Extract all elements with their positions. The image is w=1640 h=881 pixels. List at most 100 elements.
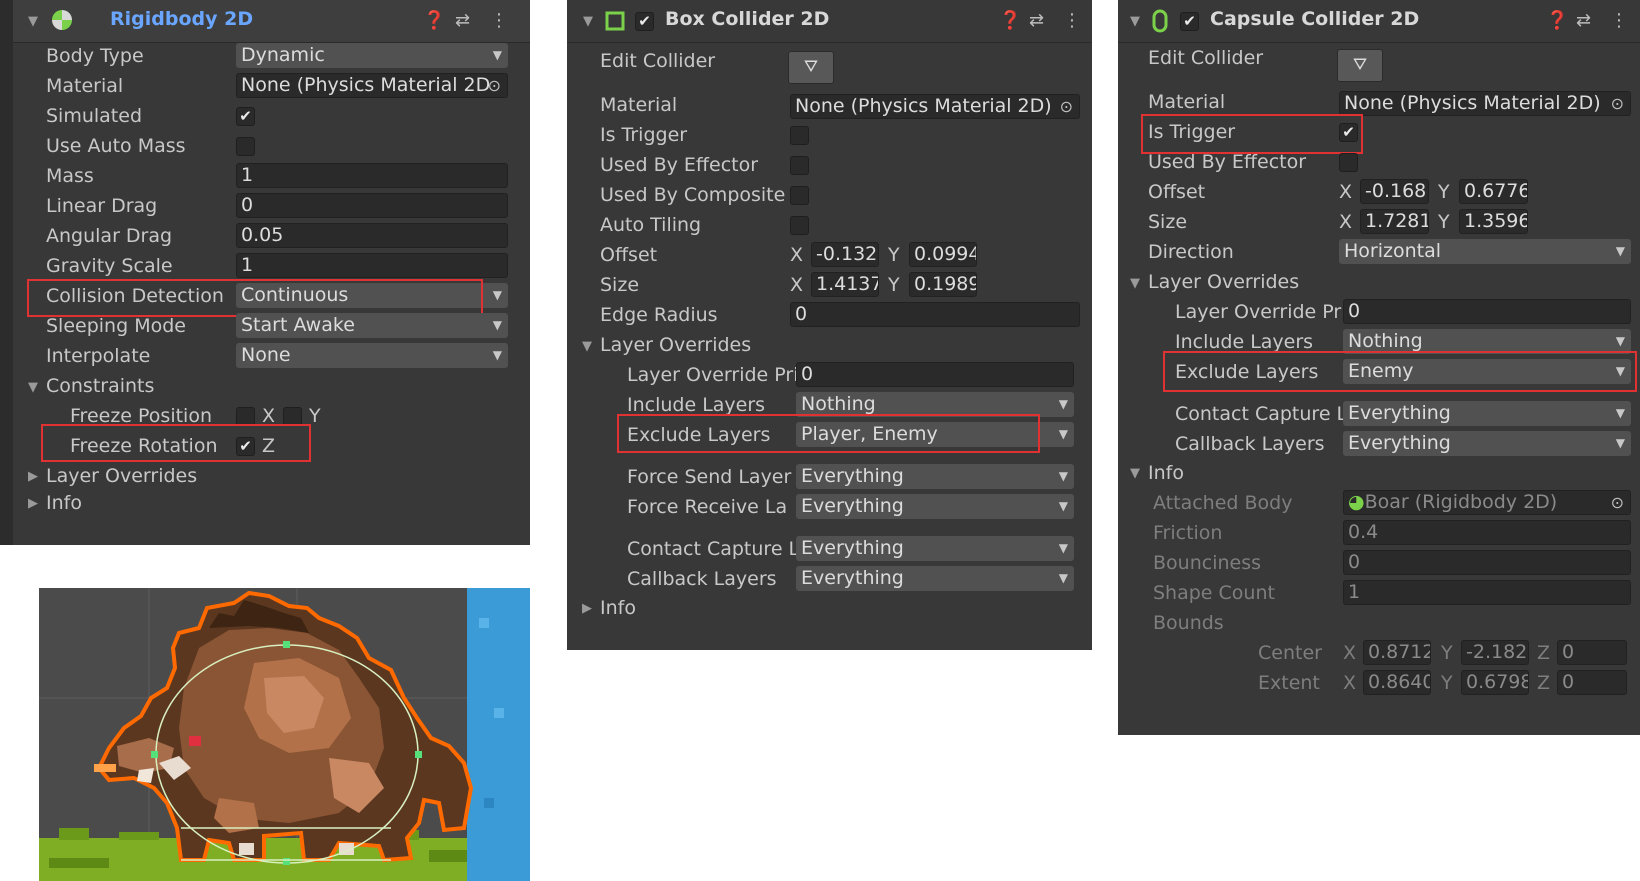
offset-x-field[interactable]: -0.132 <box>811 242 879 267</box>
axis-x-label: X <box>1343 672 1357 694</box>
gravity-scale-field[interactable]: 1 <box>236 253 508 278</box>
help-icon[interactable]: ❓ <box>999 10 1021 31</box>
used-by-effector-label: Used By Effector <box>1148 151 1307 173</box>
used-by-effector-checkbox[interactable] <box>790 156 809 175</box>
offset-y-field[interactable]: 0.0994 <box>909 242 977 267</box>
material-field[interactable]: None (Physics Material 2D ⊙ <box>236 73 508 98</box>
simulated-checkbox[interactable]: ✔ <box>236 107 255 126</box>
offset-label: Offset <box>600 244 658 266</box>
gravity-scale-label: Gravity Scale <box>46 255 173 277</box>
chevron-down-icon: ▼ <box>492 288 502 302</box>
axis-y-label: Y <box>888 274 900 296</box>
force-send-layers-label: Force Send Layer <box>627 466 792 488</box>
body-type-dropdown[interactable]: Dynamic ▼ <box>236 43 508 68</box>
size-y-field[interactable]: 0.1989 <box>909 272 977 297</box>
material-field[interactable]: None (Physics Material 2D) ⊙ <box>790 94 1080 119</box>
is-trigger-checkbox[interactable] <box>790 126 809 145</box>
info-foldout[interactable]: Info <box>600 597 636 619</box>
mass-field[interactable]: 1 <box>236 163 508 188</box>
direction-dropdown[interactable]: Horizontal ▼ <box>1339 239 1631 264</box>
presets-icon[interactable]: ⇄ <box>455 10 470 31</box>
use-auto-mass-checkbox[interactable] <box>236 137 255 156</box>
help-icon[interactable]: ❓ <box>1546 10 1568 31</box>
layer-overrides-foldout[interactable]: Layer Overrides <box>1148 271 1299 293</box>
component-enabled-checkbox[interactable]: ✔ <box>1180 12 1199 31</box>
expand-arrow-icon[interactable]: ▼ <box>1130 466 1140 481</box>
kebab-menu-icon[interactable]: ⋮ <box>1063 10 1081 31</box>
kebab-menu-icon[interactable]: ⋮ <box>1610 10 1628 31</box>
size-label: Size <box>1148 211 1188 233</box>
object-picker-icon[interactable]: ⊙ <box>1611 92 1624 115</box>
boar-sprite-scene <box>39 588 530 881</box>
force-receive-layers-dropdown[interactable]: Everything ▼ <box>796 494 1074 519</box>
sleeping-mode-dropdown[interactable]: Start Awake ▼ <box>236 313 508 338</box>
collapse-arrow-icon[interactable]: ▼ <box>583 14 593 29</box>
axis-y-label: Y <box>1438 211 1450 233</box>
collapse-arrow-icon[interactable]: ▼ <box>1130 14 1140 29</box>
component-header[interactable]: ▼ ✔ Capsule Collider 2D ❓ ⇄ ⋮ <box>1118 0 1640 43</box>
expand-arrow-icon[interactable]: ▶ <box>28 496 38 511</box>
center-x-field: 0.8712 <box>1363 640 1431 665</box>
contact-capture-layers-dropdown[interactable]: Everything ▼ <box>1343 401 1631 426</box>
layer-overrides-foldout[interactable]: Layer Overrides <box>46 465 197 487</box>
chevron-down-icon: ▼ <box>492 318 502 332</box>
expand-arrow-icon[interactable]: ▼ <box>28 380 38 395</box>
expand-arrow-icon[interactable]: ▼ <box>1130 276 1140 291</box>
used-by-composite-checkbox[interactable] <box>790 186 809 205</box>
offset-x-field[interactable]: -0.168 <box>1360 179 1429 204</box>
size-x-field[interactable]: 1.4137 <box>811 272 879 297</box>
component-title: Box Collider 2D <box>665 8 830 30</box>
collapse-arrow-icon[interactable]: ▼ <box>28 14 38 29</box>
used-by-effector-checkbox[interactable] <box>1339 153 1358 172</box>
linear-drag-field[interactable]: 0 <box>236 193 508 218</box>
object-picker-icon[interactable]: ⊙ <box>488 74 501 97</box>
size-x-field[interactable]: 1.7281 <box>1360 209 1429 234</box>
auto-tiling-checkbox[interactable] <box>790 216 809 235</box>
scene-view[interactable] <box>39 588 530 881</box>
presets-icon[interactable]: ⇄ <box>1576 10 1591 31</box>
material-label: Material <box>600 94 678 116</box>
size-y-field[interactable]: 1.3596 <box>1459 209 1528 234</box>
axis-y-label: Y <box>1441 672 1453 694</box>
layer-overrides-foldout[interactable]: Layer Overrides <box>600 334 751 356</box>
force-send-layers-dropdown[interactable]: Everything ▼ <box>796 464 1074 489</box>
edge-radius-field[interactable]: 0 <box>790 302 1080 327</box>
interpolate-dropdown[interactable]: None ▼ <box>236 343 508 368</box>
info-foldout[interactable]: Info <box>1148 462 1184 484</box>
edge-radius-label: Edge Radius <box>600 304 718 326</box>
offset-y-field[interactable]: 0.6776 <box>1459 179 1528 204</box>
angular-drag-field[interactable]: 0.05 <box>236 223 508 248</box>
contact-capture-layers-label: Contact Capture L <box>1175 403 1348 425</box>
shape-count-field: 1 <box>1343 580 1631 605</box>
chevron-down-icon: ▼ <box>1058 571 1068 585</box>
extent-label: Extent <box>1258 672 1320 694</box>
component-header[interactable]: ▼ Rigidbody 2D ❓ ⇄ ⋮ <box>0 0 530 43</box>
layer-override-priority-label: Layer Override Pri <box>627 364 799 386</box>
presets-icon[interactable]: ⇄ <box>1029 10 1044 31</box>
chevron-down-icon: ▼ <box>1058 469 1068 483</box>
edit-collider-button[interactable]: ⛛ <box>1337 49 1383 82</box>
expand-arrow-icon[interactable]: ▼ <box>582 339 592 354</box>
callback-layers-label: Callback Layers <box>1175 433 1325 455</box>
material-label: Material <box>46 75 124 97</box>
layer-override-priority-field[interactable]: 0 <box>796 362 1074 387</box>
contact-capture-layers-dropdown[interactable]: Everything ▼ <box>796 536 1074 561</box>
info-foldout[interactable]: Info <box>46 492 82 514</box>
callback-layers-dropdown[interactable]: Everything ▼ <box>796 566 1074 591</box>
callback-layers-dropdown[interactable]: Everything ▼ <box>1343 431 1631 456</box>
expand-arrow-icon[interactable]: ▶ <box>28 469 38 484</box>
used-by-composite-label: Used By Composite <box>600 184 786 206</box>
component-header[interactable]: ▼ ✔ Box Collider 2D ❓ ⇄ ⋮ <box>567 0 1092 43</box>
expand-arrow-icon[interactable]: ▶ <box>582 601 592 616</box>
constraints-foldout[interactable]: Constraints <box>46 375 154 397</box>
mass-label: Mass <box>46 165 94 187</box>
include-layers-label: Include Layers <box>1175 331 1314 353</box>
edit-collider-button[interactable]: ⛛ <box>788 51 834 84</box>
layer-override-priority-field[interactable]: 0 <box>1343 299 1631 324</box>
material-field[interactable]: None (Physics Material 2D) ⊙ <box>1339 91 1631 116</box>
component-enabled-checkbox[interactable]: ✔ <box>635 12 654 31</box>
kebab-menu-icon[interactable]: ⋮ <box>490 10 508 31</box>
help-icon[interactable]: ❓ <box>423 10 445 31</box>
object-picker-icon[interactable]: ⊙ <box>1060 95 1073 118</box>
field-value: None (Physics Material 2D) <box>795 95 1052 117</box>
